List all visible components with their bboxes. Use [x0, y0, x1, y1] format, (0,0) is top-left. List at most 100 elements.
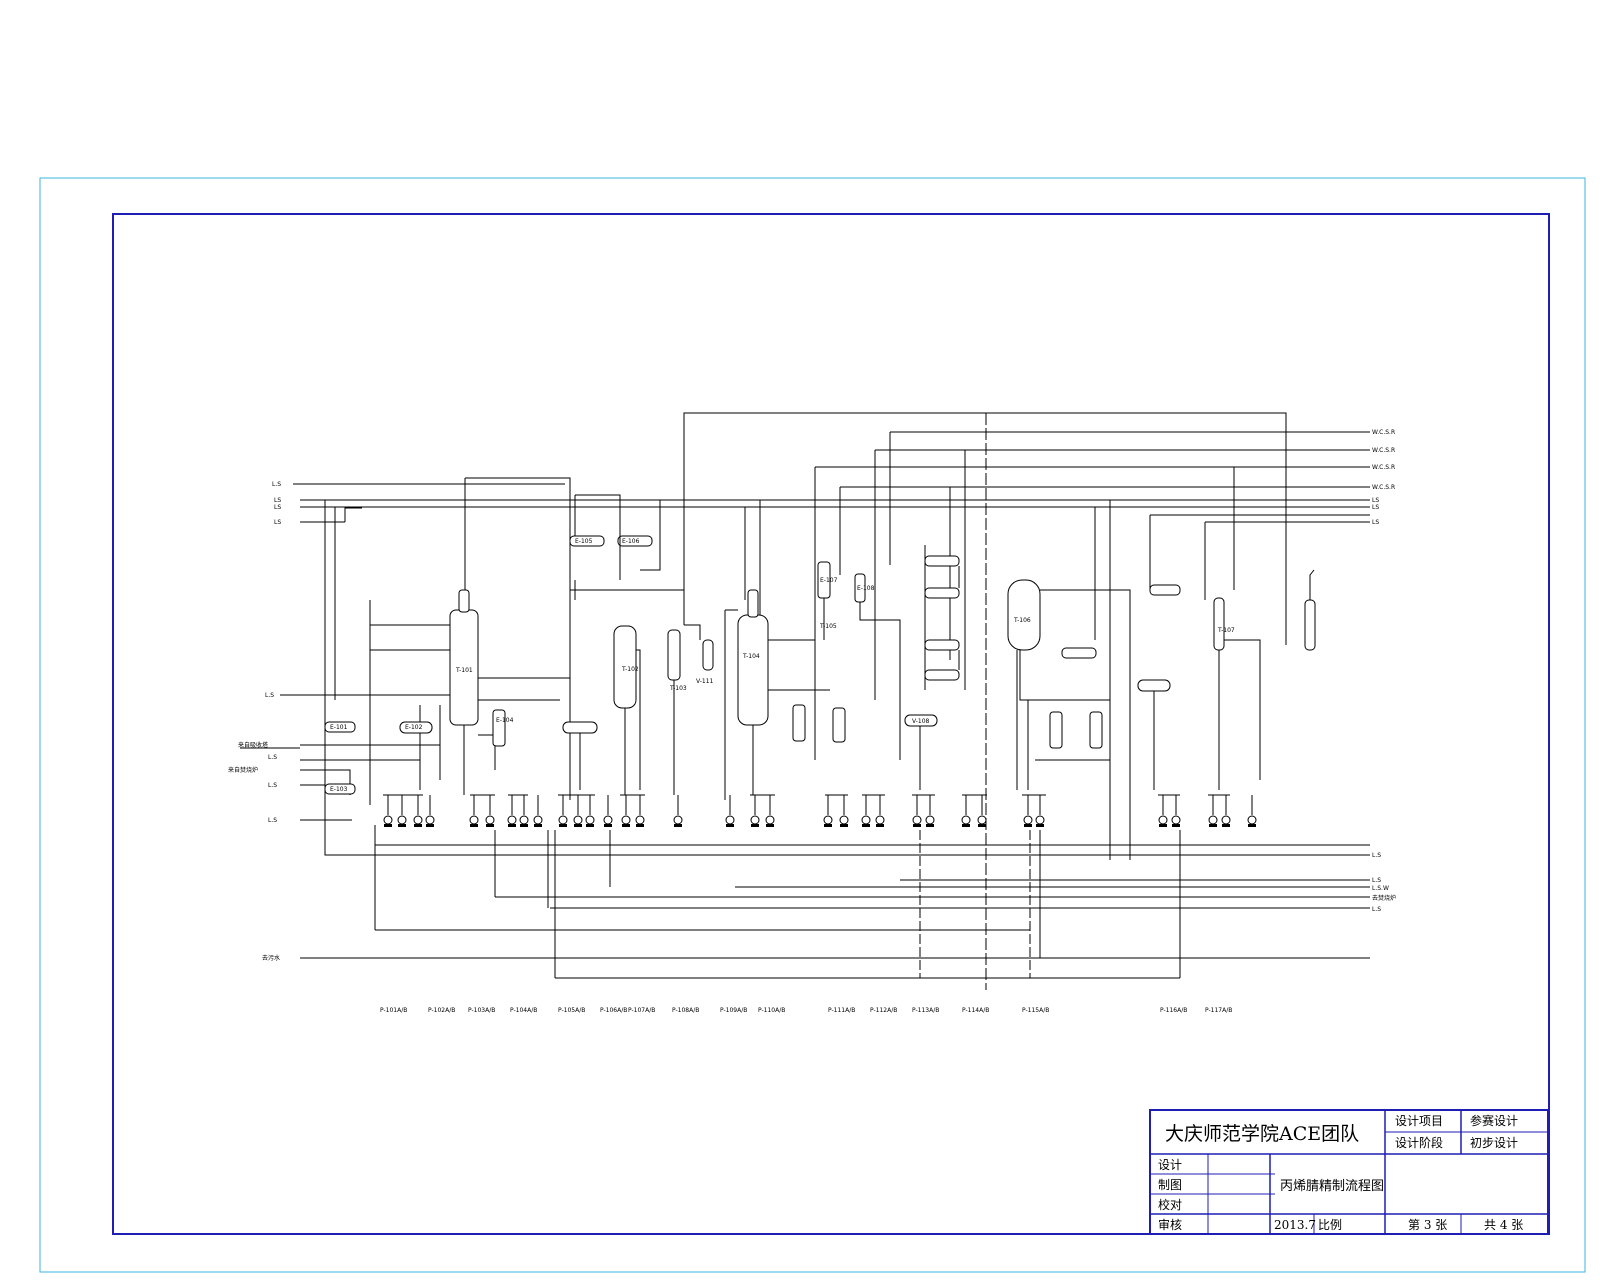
pump-row [383, 794, 1257, 827]
label-t104: T-104 [742, 653, 760, 660]
left-label-8: 来自焚烧炉 [228, 766, 258, 774]
pump-label: P-103A/B [468, 1007, 495, 1014]
pump-label: P-101A/B [380, 1007, 407, 1014]
equipment-label: E-103 [330, 786, 348, 793]
left-label-3: LS [274, 504, 281, 511]
exchanger-e110 [1061, 647, 1097, 659]
label-v111: V-111 [696, 678, 714, 685]
left-label-5: L.S [265, 692, 274, 699]
design-label: 设计 [1158, 1158, 1182, 1172]
reboiler-e112 [1089, 711, 1103, 749]
design-stage-label: 设计阶段 [1395, 1135, 1443, 1150]
process-flow-drawing: T-101 V-111 T-104 V-108 L.S LS LS LS L.S… [39, 177, 1586, 1273]
pump-icon [585, 795, 595, 827]
left-label-10: L.S [268, 817, 277, 824]
equipment-label: E-101 [330, 724, 348, 731]
equipment-label: E-108 [857, 585, 875, 592]
equipment-label: E-105 [575, 538, 593, 545]
pump-icon [912, 795, 922, 827]
pump-icon [961, 795, 971, 827]
right-label-7: LS [1372, 519, 1379, 526]
exchanger-stack-1 [924, 555, 960, 567]
review-label: 审核 [1158, 1217, 1182, 1232]
exchanger-stack-3 [924, 639, 960, 651]
equipment-label: E-104 [496, 717, 514, 724]
right-label-11: 去焚烧炉 [1372, 894, 1396, 902]
design-stage-value: 初步设计 [1470, 1136, 1518, 1150]
equipment-label: E-102 [405, 724, 423, 731]
drawing-name: 丙烯腈精制流程图 [1280, 1179, 1384, 1194]
right-label-8: L.S [1372, 852, 1381, 859]
pump-icon [635, 795, 645, 827]
pump-icon [765, 795, 775, 827]
drum-v102 [562, 721, 598, 734]
pump-icon [925, 795, 935, 827]
pump-icon [1247, 795, 1257, 827]
pump-icon [397, 795, 407, 827]
outer-frame [39, 177, 1586, 1273]
pump-icon [519, 795, 529, 827]
drawing-date: 2013.7 [1274, 1218, 1316, 1232]
left-label-4: LS [274, 519, 281, 526]
reboiler-e103 [492, 709, 506, 747]
organization-name: 大庆师范学院ACE团队 [1165, 1123, 1359, 1145]
pump-label: P-115A/B [1022, 1007, 1049, 1014]
left-label-6: 来自吸收塔 [238, 741, 268, 749]
right-label-6: LS [1372, 504, 1379, 511]
right-stream-labels: W.C.S.R W.C.S.R W.C.S.R W.C.S.R LS LS LS… [1372, 429, 1396, 913]
drum-v111 [702, 639, 714, 671]
reboiler-e111 [1049, 711, 1063, 749]
right-label-5: LS [1372, 497, 1379, 504]
pump-label: P-107A/B [628, 1007, 655, 1014]
pump-icon [603, 795, 613, 827]
pump-label: P-109A/B [720, 1007, 747, 1014]
pump-icon [558, 795, 568, 827]
flow-diagram: T-101 V-111 T-104 V-108 [240, 412, 1370, 990]
pump-icon [383, 795, 393, 827]
equipment-label: E-107 [820, 577, 838, 584]
left-label-2: LS [274, 497, 281, 504]
drawing-label: 制图 [1158, 1178, 1182, 1192]
right-label-4: W.C.S.R [1372, 484, 1395, 491]
pump-icon [1208, 795, 1218, 827]
pump-label: P-105A/B [558, 1007, 585, 1014]
pump-icon [1221, 795, 1231, 827]
pump-label: P-104A/B [510, 1007, 537, 1014]
right-label-9: L.S [1372, 877, 1381, 884]
column-t106 [1007, 579, 1041, 651]
column-t103 [667, 629, 681, 681]
pump-label: P-102A/B [428, 1007, 455, 1014]
pump-icon [875, 795, 885, 827]
equipment-label: T-106 [1013, 617, 1031, 624]
pump-label: P-114A/B [962, 1007, 989, 1014]
equipment-label: E-106 [622, 538, 640, 545]
title-block: 大庆师范学院ACE团队 设计项目 参赛设计 设计阶段 初步设计 设计 制图 校对… [1149, 1109, 1549, 1235]
pump-label: P-111A/B [828, 1007, 855, 1014]
sheet-number: 第 3 张 [1408, 1218, 1447, 1232]
equipment-label: T-105 [819, 623, 837, 630]
pump-icon [823, 795, 833, 827]
pump-icon [413, 795, 423, 827]
pump-icon [1023, 795, 1033, 827]
exchanger-e108 [792, 704, 806, 742]
pump-icon [750, 795, 760, 827]
equipment-label: T-103 [669, 685, 687, 692]
drum-v115 [1137, 679, 1171, 692]
exchanger-stack-4 [924, 669, 960, 681]
pump-icon [725, 795, 735, 827]
condenser-e113 [1149, 584, 1181, 596]
pump-icon [1035, 795, 1045, 827]
pump-label: P-116A/B [1160, 1007, 1187, 1014]
pump-label: P-113A/B [912, 1007, 939, 1014]
equipment-label: T-102 [621, 666, 639, 673]
label-t101: T-101 [455, 667, 473, 674]
design-project-value: 参赛设计 [1470, 1113, 1518, 1128]
pump-icon [977, 795, 987, 827]
pump-label: P-106A/B [600, 1007, 627, 1014]
pump-label: P-117A/B [1205, 1007, 1232, 1014]
pump-icon [425, 795, 435, 827]
pump-icon [533, 795, 543, 827]
pump-icon [673, 795, 683, 827]
right-label-12: L.S [1372, 906, 1381, 913]
right-label-10: L.S.W [1372, 885, 1389, 892]
